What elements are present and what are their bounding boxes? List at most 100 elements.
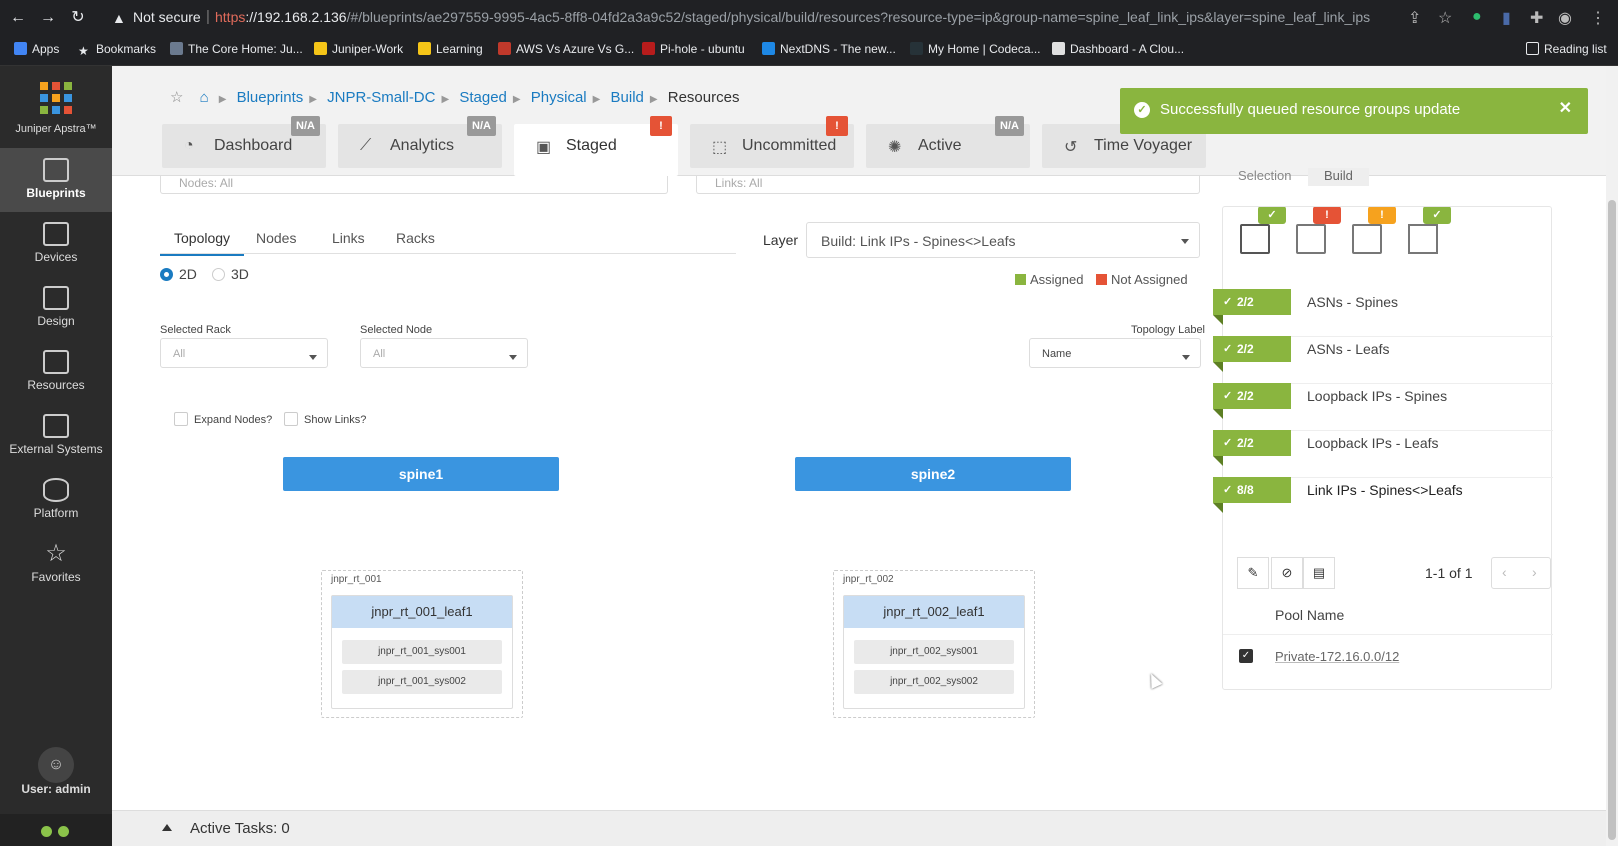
- tab-dashboard[interactable]: ◔ Dashboard N/A: [162, 116, 326, 168]
- app-sidebar: Juniper Apstra™ Blueprints Devices Desig…: [0, 66, 112, 846]
- menu-icon[interactable]: ⋮: [1590, 8, 1606, 28]
- tab-staged[interactable]: ▣ Staged!: [514, 116, 678, 176]
- pool-checkbox[interactable]: ✓: [1239, 649, 1253, 663]
- extension-icon[interactable]: ▮: [1502, 8, 1511, 28]
- sidebar-item-devices[interactable]: Devices: [0, 212, 112, 276]
- links-filter[interactable]: Links: All: [696, 176, 1200, 194]
- tab-active[interactable]: ✺ Active N/A: [866, 116, 1030, 168]
- system-node[interactable]: jnpr_rt_002_sys001: [854, 640, 1014, 664]
- bookmark-bookmarks[interactable]: ★ Bookmarks: [78, 42, 156, 58]
- bookmark-learning[interactable]: Learning: [418, 42, 483, 56]
- count-badge: 2/2: [1213, 430, 1291, 466]
- grammarly-icon[interactable]: ●: [1472, 8, 1482, 26]
- address-bar[interactable]: https://192.168.2.136/#/blueprints/ae297…: [215, 9, 1370, 25]
- breadcrumb-staged[interactable]: Staged: [459, 89, 507, 106]
- sidebar-item-favorites[interactable]: ☆ Favorites: [0, 532, 112, 596]
- sidebar-item-resources[interactable]: Resources: [0, 340, 112, 404]
- radio-3d[interactable]: 3D: [212, 266, 249, 282]
- spine-node[interactable]: spine2: [795, 457, 1071, 491]
- tab-links[interactable]: Links: [332, 230, 365, 246]
- tab-build[interactable]: Build: [1308, 168, 1369, 186]
- resource-group-row[interactable]: 2/2 ASNs - Leafs: [1213, 336, 1553, 384]
- active-tasks-bar[interactable]: Active Tasks: 0: [112, 810, 1606, 846]
- resources-panel: Selection Build ✓ ! ! ✓ 2/2ASNs - Spines…: [1190, 168, 1553, 810]
- show-links-checkbox[interactable]: Show Links?: [284, 412, 366, 426]
- app-logo[interactable]: Juniper Apstra™: [0, 66, 112, 148]
- breadcrumb-build[interactable]: Build: [611, 89, 644, 106]
- sidebar-item-label: Favorites: [31, 570, 81, 584]
- bookmark-apps[interactable]: Apps: [14, 42, 59, 56]
- breadcrumb-physical[interactable]: Physical: [531, 89, 587, 106]
- system-node[interactable]: jnpr_rt_001_sys002: [342, 670, 502, 694]
- url-separator: |: [206, 8, 210, 25]
- resource-group-row[interactable]: 2/2 ASNs - Spines: [1213, 289, 1553, 337]
- analytics-icon: ⟋: [360, 137, 372, 154]
- edit-icon[interactable]: ✎: [1237, 557, 1269, 589]
- resource-group-name: Loopback IPs - Leafs: [1307, 435, 1439, 451]
- puzzle-icon[interactable]: ✚: [1530, 8, 1543, 28]
- tab-uncommitted[interactable]: ⬚ Uncommitted!: [690, 116, 854, 168]
- tab-analytics[interactable]: ⟋ Analytics N/A: [338, 116, 502, 168]
- not-secure-label[interactable]: Not secure: [133, 9, 201, 25]
- expand-nodes-checkbox[interactable]: Expand Nodes?: [174, 412, 272, 426]
- user-icon[interactable]: ☺: [38, 747, 74, 783]
- sidebar-item-label: Resources: [27, 378, 85, 392]
- resource-group-row[interactable]: 2/2 Loopback IPs - Leafs: [1213, 430, 1553, 478]
- page-scrollbar[interactable]: [1606, 66, 1618, 846]
- rack[interactable]: jnpr_rt_001 jnpr_rt_001_leaf1 jnpr_rt_00…: [321, 570, 523, 718]
- sidebar-item-blueprints[interactable]: Blueprints: [0, 148, 112, 212]
- selected-node-select[interactable]: All: [360, 338, 528, 368]
- back-icon[interactable]: ←: [8, 8, 28, 28]
- close-icon[interactable]: ✕: [1559, 98, 1572, 118]
- chevron-right-icon[interactable]: ›: [1532, 564, 1537, 580]
- layer-select[interactable]: Build: Link IPs - Spines<>Leafs: [806, 222, 1200, 258]
- profile-icon[interactable]: ◉: [1558, 8, 1572, 28]
- selected-rack-select[interactable]: All: [160, 338, 328, 368]
- table-row[interactable]: ✓ Private-172.16.0.0/12: [1223, 637, 1553, 677]
- spine-node[interactable]: spine1: [283, 457, 559, 491]
- clear-icon[interactable]: ⊘: [1271, 557, 1303, 589]
- sidebar-item-platform[interactable]: Platform: [0, 468, 112, 532]
- rack[interactable]: jnpr_rt_002 jnpr_rt_002_leaf1 jnpr_rt_00…: [833, 570, 1035, 718]
- tab-racks[interactable]: Racks: [396, 230, 435, 246]
- tab-nodes[interactable]: Nodes: [256, 230, 296, 246]
- bookmark-dashboard[interactable]: Dashboard - A Clou...: [1052, 42, 1184, 56]
- sidebar-item-design[interactable]: Design: [0, 276, 112, 340]
- breadcrumb-blueprint[interactable]: JNPR-Small-DC: [327, 89, 435, 106]
- favorite-star-icon[interactable]: ☆: [170, 89, 183, 106]
- leaf-node[interactable]: jnpr_rt_002_leaf1 jnpr_rt_002_sys001 jnp…: [843, 595, 1025, 709]
- nodes-filter[interactable]: Nodes: All: [160, 176, 668, 194]
- chevron-left-icon[interactable]: ‹: [1502, 564, 1507, 580]
- pool-name[interactable]: Private-172.16.0.0/12: [1275, 649, 1399, 664]
- resource-group-row[interactable]: 8/8 Link IPs - Spines<>Leafs: [1213, 477, 1553, 525]
- bookmark-my-home[interactable]: My Home | Codeca...: [910, 42, 1041, 56]
- forward-icon[interactable]: →: [38, 8, 58, 28]
- bookmark-star-icon[interactable]: ☆: [1438, 8, 1452, 28]
- bookmark-juniper-work[interactable]: Juniper-Work: [314, 42, 403, 56]
- caret-up-icon: [162, 824, 172, 831]
- system-node[interactable]: jnpr_rt_001_sys001: [342, 640, 502, 664]
- scrollbar-thumb[interactable]: [1608, 200, 1616, 840]
- leaf-node[interactable]: jnpr_rt_001_leaf1 jnpr_rt_001_sys001 jnp…: [331, 595, 513, 709]
- document-icon[interactable]: ▤: [1303, 557, 1335, 589]
- system-node[interactable]: jnpr_rt_002_sys002: [854, 670, 1014, 694]
- bookmark-aws-azure[interactable]: AWS Vs Azure Vs G...: [498, 42, 634, 56]
- breadcrumb-blueprints[interactable]: Blueprints: [237, 89, 304, 106]
- topology-label-select[interactable]: Name: [1029, 338, 1201, 368]
- user-label[interactable]: User: admin: [0, 782, 112, 796]
- external-systems-icon: [43, 414, 69, 438]
- bookmark-pihole[interactable]: Pi-hole - ubuntu: [642, 42, 745, 56]
- sidebar-item-external-systems[interactable]: External Systems: [0, 404, 112, 468]
- radio-2d[interactable]: 2D: [160, 266, 197, 282]
- home-icon[interactable]: ⌂: [200, 89, 209, 106]
- bookmark-core-home[interactable]: The Core Home: Ju...: [170, 42, 303, 56]
- reload-icon[interactable]: ↻: [68, 8, 88, 28]
- resource-group-row[interactable]: 2/2 Loopback IPs - Spines: [1213, 383, 1553, 431]
- share-icon[interactable]: ⇪: [1408, 8, 1421, 28]
- tab-topology[interactable]: Topology: [159, 230, 245, 256]
- apstra-logo-icon: [40, 82, 72, 114]
- reading-list[interactable]: Reading list: [1526, 42, 1607, 56]
- tab-selection[interactable]: Selection: [1222, 168, 1307, 186]
- status-dot: [41, 826, 52, 837]
- bookmark-nextdns[interactable]: NextDNS - The new...: [762, 42, 896, 56]
